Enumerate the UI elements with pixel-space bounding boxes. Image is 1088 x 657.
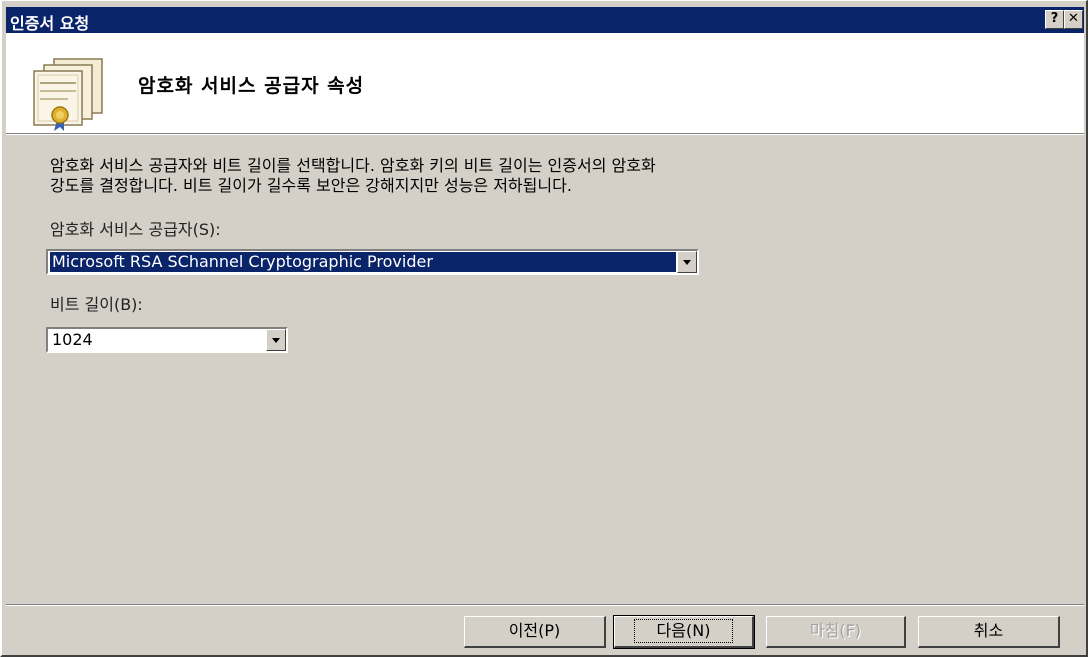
finish-button: 마침(F) bbox=[766, 616, 906, 648]
description-line: 암호화 서비스 공급자와 비트 길이를 선택합니다. 암호화 키의 비트 길이는… bbox=[50, 156, 656, 175]
chevron-down-icon[interactable] bbox=[266, 329, 286, 351]
next-button-label: 다음(N) bbox=[633, 619, 734, 643]
chevron-down-icon[interactable] bbox=[677, 251, 697, 273]
provider-label: 암호화 서비스 공급자(S): bbox=[50, 220, 221, 239]
window-title: 인증서 요청 bbox=[10, 14, 90, 33]
provider-select[interactable]: Microsoft RSA SChannel Cryptographic Pro… bbox=[46, 249, 699, 275]
cancel-button[interactable]: 취소 bbox=[918, 616, 1060, 648]
bit-length-label: 비트 길이(B): bbox=[50, 295, 143, 314]
dialog-window: 인증서 요청 ? ✕ 암호화 서비스 공급자 속성 암호화 서비스 공급자와 비… bbox=[0, 0, 1088, 657]
certificate-icon bbox=[33, 58, 103, 131]
close-button[interactable]: ✕ bbox=[1064, 10, 1083, 29]
back-button[interactable]: 이전(P) bbox=[464, 616, 606, 648]
provider-value: Microsoft RSA SChannel Cryptographic Pro… bbox=[50, 252, 676, 272]
title-bar[interactable]: 인증서 요청 ? ✕ bbox=[6, 7, 1084, 33]
header-divider bbox=[6, 134, 1084, 135]
description: 암호화 서비스 공급자와 비트 길이를 선택합니다. 암호화 키의 비트 길이는… bbox=[50, 156, 880, 196]
page-title: 암호화 서비스 공급자 속성 bbox=[138, 75, 365, 97]
bit-length-value: 1024 bbox=[52, 330, 93, 349]
footer-divider bbox=[6, 604, 1084, 606]
next-button[interactable]: 다음(N) bbox=[613, 615, 755, 649]
help-button[interactable]: ? bbox=[1045, 10, 1064, 29]
description-line: 강도를 결정합니다. 비트 길이가 길수록 보안은 강해지지만 성능은 저하됩니… bbox=[50, 176, 572, 195]
wizard-header: 암호화 서비스 공급자 속성 bbox=[6, 33, 1084, 134]
bit-length-select[interactable]: 1024 bbox=[46, 327, 288, 353]
